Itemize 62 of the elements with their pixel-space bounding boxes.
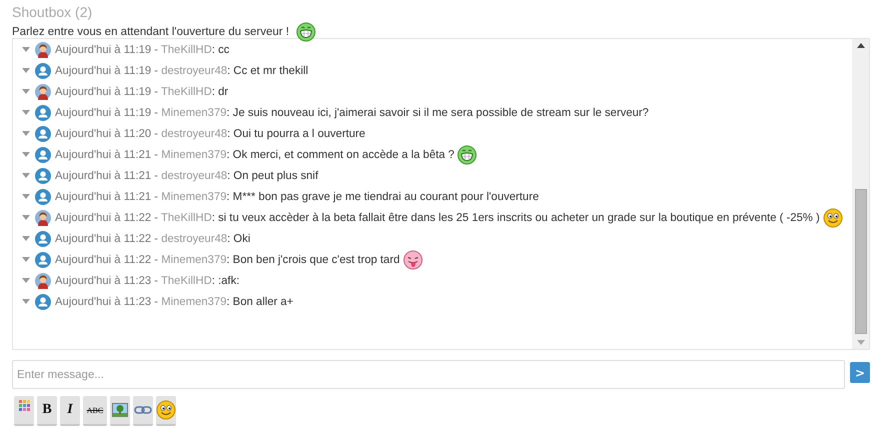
- message-text: Aujourd'hui à 11:21 - destroyeur48: On peut plus snif: [55, 170, 318, 182]
- scrollbar[interactable]: [852, 39, 869, 349]
- scroll-down-icon[interactable]: [856, 340, 864, 345]
- avatar-icon: [35, 188, 51, 204]
- caret-icon[interactable]: [22, 152, 30, 157]
- message-text: Aujourd'hui à 11:22 - TheKillHD: si tu veux accèder à la beta fallait être dans les 25 1ers inscrits ou acheter un grade sur la boutique en prévente ( -25% ): [55, 212, 820, 224]
- avatar-icon: [35, 84, 51, 100]
- avatar-icon: [35, 42, 51, 58]
- avatar-icon: [35, 146, 51, 162]
- emoticon-button[interactable]: [156, 396, 176, 426]
- shoutbox-title: Shoutbox (2): [12, 3, 94, 22]
- strikethrough-button[interactable]: ABC: [83, 396, 107, 426]
- color-grid-icon: [18, 400, 30, 411]
- chain-link-icon: [134, 406, 152, 414]
- caret-icon[interactable]: [22, 110, 30, 115]
- shoutbox-description: Parlez entre vous en attendant l'ouverture du serveur !: [12, 26, 290, 38]
- smiley-face-icon: [822, 208, 843, 228]
- caret-icon[interactable]: [22, 131, 30, 136]
- message-text: Aujourd'hui à 11:19 - destroyeur48: Cc et mr thekill: [55, 64, 308, 76]
- scrollbar-thumb[interactable]: [854, 189, 866, 334]
- caret-icon[interactable]: [22, 299, 30, 304]
- message-text: Aujourd'hui à 11:23 - TheKillHD: :afk:: [55, 274, 240, 286]
- link-button[interactable]: [133, 396, 153, 426]
- avatar-icon: [35, 230, 51, 246]
- message-text: Aujourd'hui à 11:21 - Minemen379: M*** bon pas grave je me tiendrai au courant pour l'ouverture: [55, 190, 539, 202]
- caret-icon[interactable]: [22, 47, 30, 52]
- caret-icon[interactable]: [22, 194, 30, 199]
- avatar-icon: [35, 126, 51, 142]
- avatar-icon: [35, 168, 51, 184]
- avatar-icon: [35, 104, 51, 120]
- message-text: Aujourd'hui à 11:19 - Minemen379: Je suis nouveau ici, j'aimerai savoir si il me sera possible de stream sur le serveur?: [55, 106, 649, 118]
- message-text: Aujourd'hui à 11:20 - destroyeur48: Oui tu pourra a l ouverture: [55, 128, 366, 140]
- message-text: Aujourd'hui à 11:22 - destroyeur48: Oki: [55, 232, 250, 244]
- avatar-icon: [35, 294, 51, 310]
- caret-icon[interactable]: [22, 89, 30, 94]
- message-text: Aujourd'hui à 11:19 - TheKillHD: cc: [55, 44, 230, 56]
- grinning-face-icon: [457, 144, 478, 164]
- caret-icon[interactable]: [22, 257, 30, 262]
- avatar-icon: [35, 62, 51, 78]
- caret-icon[interactable]: [22, 215, 30, 220]
- message-text: Aujourd'hui à 11:21 - Minemen379: Ok merci, et comment on accède a la bêta ?: [55, 148, 454, 160]
- message-input[interactable]: Enter message...: [12, 360, 845, 389]
- tree-picture-icon: [112, 403, 128, 417]
- message-text: Aujourd'hui à 11:19 - TheKillHD: dr: [55, 86, 228, 98]
- caret-icon[interactable]: [22, 236, 30, 241]
- color-button[interactable]: [14, 396, 34, 426]
- tongue-face-icon: [402, 250, 423, 270]
- avatar-icon: [35, 272, 51, 288]
- avatar-icon: [35, 210, 51, 226]
- caret-icon[interactable]: [22, 173, 30, 178]
- message-text: Aujourd'hui à 11:23 - Minemen379: Bon aller a+: [55, 296, 294, 308]
- caret-icon[interactable]: [22, 68, 30, 73]
- avatar-icon: [35, 252, 51, 268]
- send-button[interactable]: >: [850, 362, 870, 383]
- grinning-face-icon: [296, 22, 316, 42]
- scroll-up-icon[interactable]: [856, 43, 864, 48]
- bold-button[interactable]: B: [37, 396, 57, 426]
- image-button[interactable]: [110, 396, 130, 426]
- italic-button[interactable]: I: [60, 396, 80, 426]
- smiley-face-icon: [156, 400, 176, 420]
- caret-icon[interactable]: [22, 278, 30, 283]
- message-text: Aujourd'hui à 11:22 - Minemen379: Bon ben j'crois que c'est trop tard: [55, 254, 400, 266]
